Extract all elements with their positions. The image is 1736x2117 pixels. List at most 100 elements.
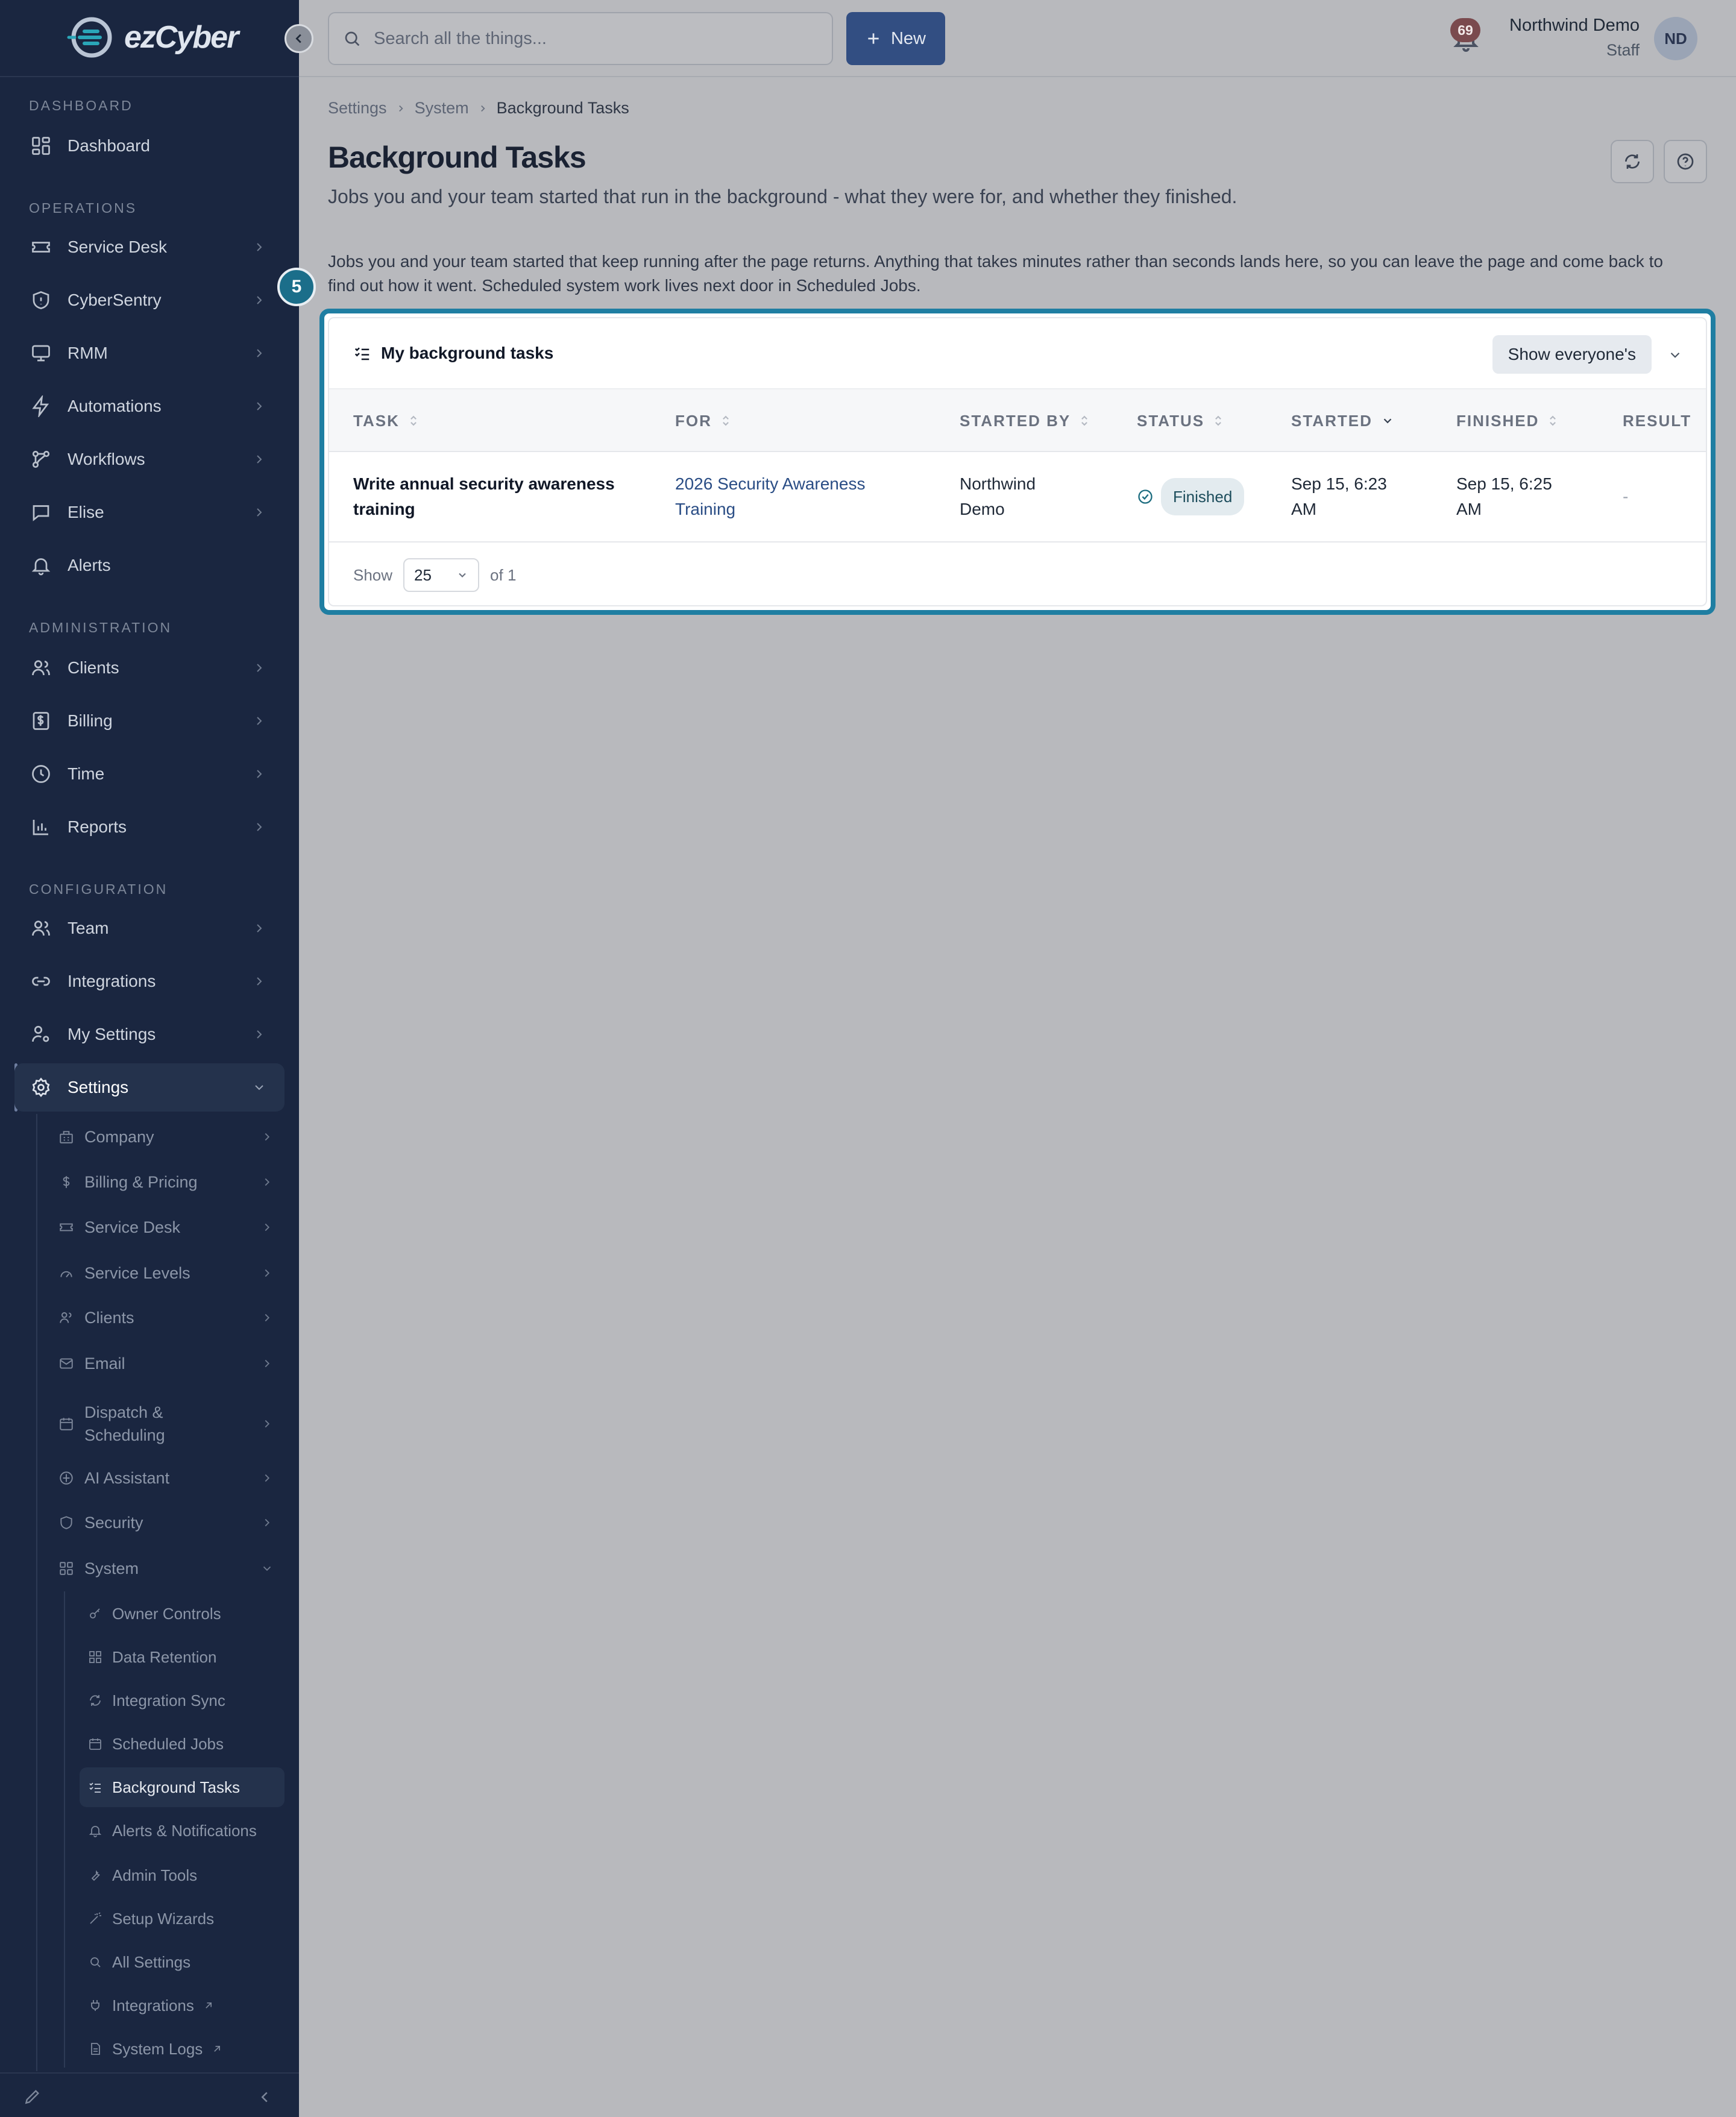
chevron-left-icon[interactable] xyxy=(256,2088,274,2106)
show-everyones-button[interactable]: Show everyone's xyxy=(1492,335,1652,374)
settings-sub-system[interactable]: System xyxy=(58,1547,285,1590)
search-icon xyxy=(88,1955,102,1969)
sub-item-label: Alerts & Notifications xyxy=(112,1821,257,1840)
system-sub-integration-sync[interactable]: Integration Sync xyxy=(80,1681,285,1720)
sidebar-item-settings[interactable]: Settings xyxy=(14,1063,285,1112)
column-header-task[interactable]: TASK xyxy=(353,389,419,452)
list-check-icon xyxy=(88,1780,102,1795)
help-icon xyxy=(1677,153,1694,170)
chevron-right-icon xyxy=(265,1133,270,1141)
table-row[interactable]: Write annual security awareness training … xyxy=(329,452,1706,543)
settings-sub-service-levels[interactable]: Service Levels xyxy=(58,1251,285,1295)
chevron-left-icon xyxy=(295,34,301,43)
sidebar-item-time[interactable]: Time xyxy=(14,750,285,798)
sidebar-item-integrations[interactable]: Integrations xyxy=(14,957,285,1005)
page-size-select[interactable]: 25 xyxy=(403,558,480,592)
settings-sub-company[interactable]: Company xyxy=(58,1115,285,1159)
sidebar-item-label: Settings xyxy=(68,1078,129,1096)
magic-wand-icon xyxy=(88,1911,102,1926)
column-header-started-by[interactable]: STARTED BY xyxy=(960,389,1090,452)
settings-sub-dispatch-scheduling[interactable]: Dispatch & Scheduling xyxy=(58,1396,285,1452)
settings-sub-security[interactable]: Security xyxy=(58,1501,285,1544)
tour-step-badge[interactable]: 5 xyxy=(277,268,316,306)
pencil-icon[interactable] xyxy=(23,2087,42,2106)
column-header-for[interactable]: FOR xyxy=(675,389,731,452)
sort-icon xyxy=(410,415,417,426)
column-header-started[interactable]: STARTED xyxy=(1291,389,1394,452)
sidebar-item-elise[interactable]: Elise xyxy=(14,488,285,536)
database-grid-icon xyxy=(88,1650,102,1664)
settings-sub-service-desk[interactable]: Service Desk xyxy=(58,1206,285,1249)
sort-icon xyxy=(1081,415,1088,426)
system-sub-background-tasks[interactable]: Background Tasks xyxy=(80,1767,285,1807)
section-label-dashboard: DASHBOARD xyxy=(29,98,133,113)
system-sub-setup-wizards[interactable]: Setup Wizards xyxy=(80,1899,285,1939)
system-sub-scheduled-jobs[interactable]: Scheduled Jobs xyxy=(80,1724,285,1764)
breadcrumb-settings[interactable]: Settings xyxy=(328,99,387,118)
sidebar-item-team[interactable]: Team xyxy=(14,904,285,952)
system-sub-alerts-notifications[interactable]: Alerts & Notifications xyxy=(80,1811,285,1851)
global-search[interactable] xyxy=(328,12,833,65)
new-button-label: New xyxy=(890,28,926,48)
system-sub-admin-tools[interactable]: Admin Tools xyxy=(80,1855,285,1895)
refresh-button[interactable] xyxy=(1611,140,1654,183)
sidebar-collapse-button[interactable] xyxy=(285,24,313,53)
sidebar-item-automations[interactable]: Automations xyxy=(14,382,285,430)
chevron-right-icon xyxy=(265,1420,270,1428)
chevron-right-icon xyxy=(257,664,262,672)
sidebar-item-alerts[interactable]: Alerts xyxy=(14,541,285,590)
calendar-icon xyxy=(58,1415,75,1432)
status-badge: Finished xyxy=(1137,478,1245,515)
system-sub-integrations[interactable]: Integrations xyxy=(80,1986,285,2025)
column-header-status[interactable]: STATUS xyxy=(1137,389,1224,452)
sidebar-item-my-settings[interactable]: My Settings xyxy=(14,1010,285,1058)
chevron-right-icon xyxy=(257,977,262,986)
system-sub-system-logs[interactable]: System Logs xyxy=(80,2029,285,2069)
started-by-line: Northwind xyxy=(960,474,1036,493)
system-sub-all-settings[interactable]: All Settings xyxy=(80,1942,285,1982)
system-sub-data-retention[interactable]: Data Retention xyxy=(80,1637,285,1677)
logo-text: ezCyber xyxy=(124,20,239,55)
wrench-icon xyxy=(88,1868,102,1883)
page-subtitle: Jobs you and your team started that run … xyxy=(328,186,1238,207)
sidebar-item-service-desk[interactable]: Service Desk xyxy=(14,223,285,271)
sidebar-item-rmm[interactable]: RMM xyxy=(14,329,285,377)
settings-sub-billing-pricing[interactable]: Billing & Pricing xyxy=(58,1160,285,1204)
sub-item-label: Owner Controls xyxy=(112,1604,221,1623)
sub-item-label: AI Assistant xyxy=(84,1468,170,1487)
sidebar-item-label: Reports xyxy=(68,817,127,836)
user-name[interactable]: Northwind Demo xyxy=(1509,16,1640,36)
result-cell: - xyxy=(1623,487,1629,506)
chevron-right-icon xyxy=(257,1030,262,1039)
avatar[interactable]: ND xyxy=(1654,17,1697,60)
app-logo[interactable]: ezCyber xyxy=(66,14,239,60)
new-button[interactable]: New xyxy=(846,12,945,65)
chevron-down-icon[interactable] xyxy=(1667,347,1683,363)
grid-icon xyxy=(28,133,54,159)
started-line: Sep 15, 6:23 xyxy=(1291,474,1387,493)
sidebar-item-workflows[interactable]: Workflows xyxy=(14,435,285,483)
system-sub-owner-controls[interactable]: Owner Controls xyxy=(80,1594,285,1634)
sidebar-item-clients[interactable]: Clients xyxy=(14,644,285,692)
chevron-right-icon xyxy=(480,105,485,112)
finished-line: Sep 15, 6:25 xyxy=(1456,474,1552,493)
help-button[interactable] xyxy=(1664,140,1707,183)
chevron-right-icon xyxy=(265,1518,270,1527)
chevron-right-icon xyxy=(265,1313,270,1322)
settings-sub-clients[interactable]: Clients xyxy=(58,1296,285,1339)
search-icon xyxy=(342,29,362,48)
key-icon xyxy=(88,1606,102,1621)
settings-sub-ai-assistant[interactable]: AI Assistant xyxy=(58,1456,285,1500)
search-input[interactable] xyxy=(374,28,796,49)
for-link[interactable]: 2026 Security Awareness Training xyxy=(675,452,928,541)
sub-item-label: Integrations xyxy=(112,1996,194,2015)
settings-sub-email[interactable]: Email xyxy=(58,1342,285,1385)
breadcrumb-system[interactable]: System xyxy=(415,99,469,118)
sidebar-item-billing[interactable]: Billing xyxy=(14,697,285,745)
sidebar-item-dashboard[interactable]: Dashboard xyxy=(14,122,285,170)
sidebar-item-reports[interactable]: Reports xyxy=(14,803,285,851)
breadcrumb-current: Background Tasks xyxy=(496,99,629,117)
sidebar-item-label: Team xyxy=(68,919,109,937)
column-header-finished[interactable]: FINISHED xyxy=(1456,389,1558,452)
sidebar-item-cybersentry[interactable]: CyberSentry xyxy=(14,276,285,324)
